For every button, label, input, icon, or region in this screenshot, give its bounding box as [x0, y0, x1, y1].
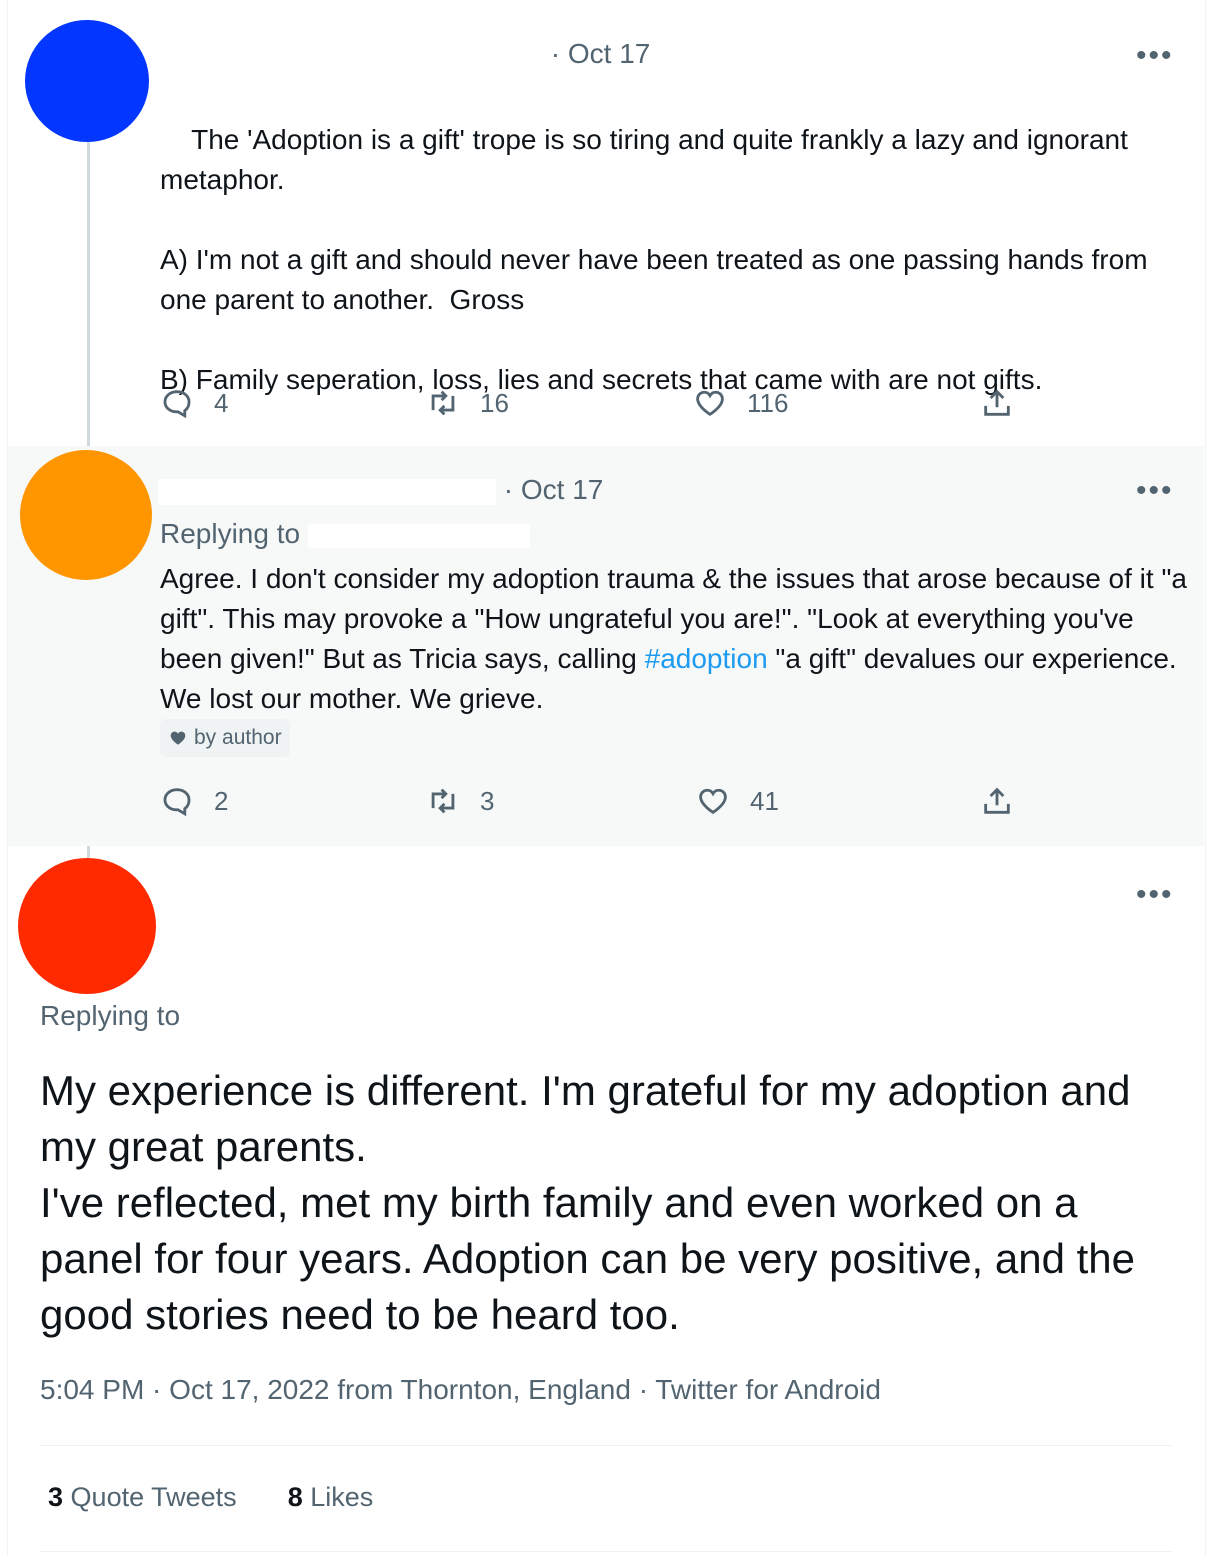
replying-to: Replying to — [40, 1000, 180, 1032]
heart-icon — [699, 788, 727, 814]
redacted-handle[interactable] — [307, 523, 530, 548]
tweet-date[interactable]: · Oct 17 — [504, 474, 604, 505]
likes-link[interactable]: 8 Likes — [288, 1482, 374, 1512]
liked-by-author-badge: by author — [160, 719, 290, 757]
quote-tweets-link[interactable]: 3 Quote Tweets — [48, 1482, 237, 1512]
tweet-date[interactable]: · Oct 17 — [551, 38, 651, 69]
more-options-icon[interactable]: ••• — [1136, 880, 1174, 910]
reply-count: 2 — [214, 785, 229, 816]
tweet-actions: 4 16 116 — [160, 386, 1030, 426]
reply-icon — [163, 390, 191, 419]
share-button[interactable] — [980, 784, 1014, 818]
share-icon — [984, 787, 1010, 814]
replying-to-label: Replying to — [40, 1000, 181, 1031]
retweet-count: 3 — [480, 785, 495, 816]
reply-button[interactable]: 2 — [160, 784, 228, 818]
like-button[interactable]: 116 — [693, 386, 788, 420]
tweet-header: · Oct 17 — [158, 474, 603, 506]
share-icon — [984, 389, 1010, 416]
tweet-2[interactable]: · Oct 17 ••• Replying to Agree. I don't … — [8, 446, 1204, 846]
reply-button[interactable]: 4 — [160, 386, 228, 420]
divider — [40, 1445, 1172, 1446]
more-options-icon[interactable]: ••• — [1136, 41, 1174, 71]
likes-count: 8 — [287, 1482, 303, 1512]
avatar[interactable] — [20, 450, 152, 580]
tweet-metadata[interactable]: 5:04 PM · Oct 17, 2022 from Thornton, En… — [40, 1374, 881, 1406]
divider — [40, 1551, 1172, 1552]
retweet-icon — [431, 788, 455, 814]
quote-label: Quote Tweets — [70, 1482, 237, 1512]
like-count: 41 — [750, 785, 779, 816]
retweet-button[interactable]: 16 — [426, 386, 509, 420]
tweet-header: · Oct 17 — [158, 38, 650, 70]
tweet-1[interactable]: · Oct 17 ••• The 'Adoption is a gift' tr… — [8, 0, 1204, 446]
heart-icon — [170, 731, 186, 745]
like-button[interactable]: 41 — [696, 784, 779, 818]
replying-to-label: Replying to — [160, 518, 301, 549]
tweet-actions: 2 3 41 — [160, 784, 1030, 824]
redacted-username — [158, 42, 543, 69]
avatar[interactable] — [25, 20, 149, 142]
like-count: 116 — [747, 387, 789, 418]
retweet-count: 16 — [480, 387, 509, 418]
redacted-username — [158, 478, 496, 505]
tweet-stats: 3 Quote Tweets 8 Likes — [48, 1482, 373, 1513]
reply-icon — [163, 788, 191, 817]
avatar[interactable] — [18, 858, 156, 994]
badge-label: by author — [194, 726, 282, 749]
likes-label: Likes — [310, 1482, 374, 1512]
heart-icon — [696, 390, 724, 416]
retweet-button[interactable]: 3 — [426, 784, 494, 818]
replying-to: Replying to — [160, 518, 530, 550]
more-options-icon[interactable]: ••• — [1136, 476, 1174, 506]
tweet-text: Agree. I don't consider my adoption trau… — [160, 563, 1195, 714]
reply-count: 4 — [214, 387, 229, 418]
share-button[interactable] — [980, 386, 1014, 420]
quote-count: 3 — [48, 1482, 64, 1512]
retweet-icon — [431, 390, 455, 416]
hashtag-link[interactable]: #adoption — [645, 643, 768, 674]
main-tweet-text: My experience is different. I'm grateful… — [40, 1067, 1136, 1338]
